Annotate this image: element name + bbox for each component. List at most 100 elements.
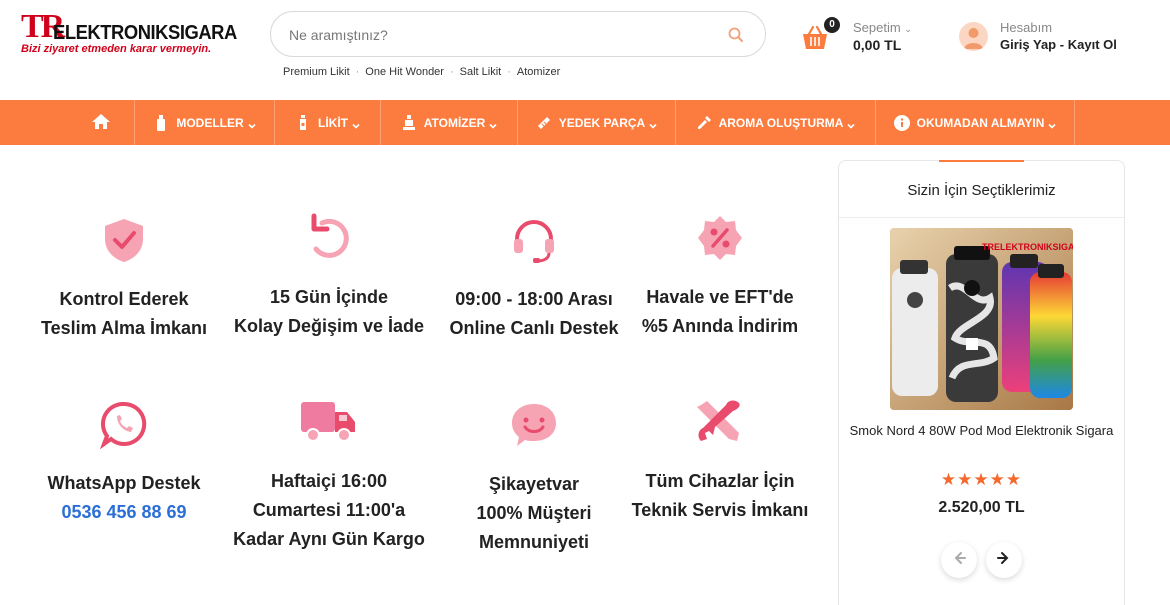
site-header: TR ELEKTRONIKSIGARA Bizi ziyaret etmeden… — [0, 0, 1170, 100]
product-name[interactable]: Smok Nord 4 80W Pod Mod Elektronik Sigar… — [849, 420, 1114, 441]
nav-modeller[interactable]: MODELLER — [134, 100, 274, 145]
logo-name: ELEKTRONIKSIGARA — [53, 22, 237, 44]
carousel-next-button[interactable] — [986, 542, 1022, 578]
quick-link-premium-likit[interactable]: Premium Likit — [283, 66, 350, 78]
feature-item: 15 Gün İçinde Kolay Değişim ve İade — [229, 213, 429, 341]
feature-text: 100% Müşteri — [476, 503, 592, 523]
feature-grid: Kontrol Ederek Teslim Alma İmkanı 15 Gün … — [0, 145, 830, 605]
chevron-down-icon — [489, 119, 497, 129]
chevron-down-icon — [847, 119, 856, 129]
product-image-watermark: TRELEKTRONIKSIGARA — [982, 242, 1073, 252]
carousel-prev-button[interactable] — [941, 542, 977, 578]
chevron-down-icon — [649, 119, 657, 129]
search-icon[interactable] — [725, 24, 747, 46]
info-icon — [893, 114, 910, 131]
cart-label: Sepetim ⌄ — [853, 20, 912, 35]
nav-yedek-parca[interactable]: YEDEK PARÇA — [517, 100, 675, 145]
shield-check-icon — [99, 215, 149, 265]
nav-yedek-parca-label: YEDEK PARÇA — [558, 115, 646, 130]
whatsapp-phone-link[interactable]: 0536 456 88 69 — [24, 498, 224, 527]
tools-icon — [695, 397, 745, 447]
quick-links: Premium Likit · One Hit Wonder · Salt Likit ·… — [283, 66, 560, 78]
account-links: Giriş Yap - Kayıt Ol — [1000, 37, 1117, 52]
register-link[interactable]: Kayıt Ol — [1068, 37, 1117, 52]
recommended-panel: Sizin İçin Seçtiklerimiz TRELEKTRONIKSIG… — [838, 160, 1125, 605]
chevron-down-icon — [1048, 119, 1056, 129]
return-icon — [304, 213, 354, 263]
cart-count-badge: 0 — [824, 17, 840, 33]
quick-link-separator: · — [449, 66, 454, 78]
panel-title: Sizin İçin Seçtiklerimiz — [907, 182, 1056, 199]
feature-item: Şikayetvar 100% Müşteri Memnuniyeti — [434, 400, 634, 557]
main-nav: MODELLER LİKİT ATOMİZER YEDEK PARÇA AROM… — [0, 100, 1170, 145]
nav-atomizer[interactable]: ATOMİZER — [380, 100, 517, 145]
quick-link-separator: · — [355, 66, 360, 78]
feature-item: Havale ve EFT'de %5 Anında İndirim — [620, 213, 820, 341]
feature-text: Kolay Değişim ve İade — [233, 316, 425, 336]
feature-text: Kadar Aynı Gün Kargo — [233, 529, 425, 549]
product-image[interactable]: TRELEKTRONIKSIGARA — [890, 228, 1073, 410]
nav-likit[interactable]: LİKİT — [274, 100, 380, 145]
nav-atomizer-label: ATOMİZER — [423, 115, 486, 130]
panel-divider — [839, 217, 1124, 218]
truck-icon — [299, 397, 359, 447]
cart-button[interactable]: 0 Sepetim ⌄ 0,00 TL — [800, 16, 930, 60]
feature-text: WhatsApp Destek — [47, 473, 201, 493]
feature-text: Teslim Alma İmkanı — [40, 318, 208, 338]
whatsapp-icon — [99, 399, 149, 450]
account-link-separator: - — [1059, 37, 1065, 52]
cart-label-text: Sepetim — [853, 20, 901, 35]
login-link[interactable]: Giriş Yap — [1000, 37, 1056, 52]
bottle-icon — [295, 114, 311, 131]
rating-stars: ★★★★★ — [940, 470, 1023, 489]
smile-chat-icon — [509, 400, 559, 450]
nav-aroma-olusturma[interactable]: AROMA OLUŞTURMA — [675, 100, 875, 145]
quick-link-atomizer[interactable]: Atomizer — [517, 66, 560, 78]
panel-accent-bar — [939, 160, 1024, 162]
feature-text: Teknik Servis İmkanı — [631, 500, 809, 520]
part-icon — [536, 115, 552, 131]
cart-total: 0,00 TL — [853, 37, 902, 53]
nav-aroma-olusturma-label: AROMA OLUŞTURMA — [718, 115, 844, 130]
headset-icon — [509, 215, 559, 265]
feature-text: Haftaiçi 16:00 — [270, 471, 388, 491]
feature-text: Havale ve EFT'de — [646, 287, 794, 307]
feature-item: Kontrol Ederek Teslim Alma İmkanı — [24, 215, 224, 343]
discount-icon — [695, 213, 745, 263]
feature-text: %5 Anında İndirim — [641, 316, 799, 336]
feature-text: Memnuniyeti — [478, 532, 589, 552]
feature-text: Cumartesi 11:00'a — [252, 500, 406, 520]
feature-item: 09:00 - 18:00 Arası Online Canlı Destek — [434, 215, 634, 343]
nav-modeller-label: MODELLER — [176, 115, 244, 130]
chevron-down-icon — [352, 119, 360, 129]
pipette-icon — [696, 115, 712, 131]
chevron-down-icon — [248, 119, 256, 129]
account-label: Hesabım — [1000, 20, 1053, 35]
arrow-right-icon — [997, 551, 1011, 570]
quick-link-one-hit-wonder[interactable]: One Hit Wonder — [365, 66, 444, 78]
feature-item: Haftaiçi 16:00 Cumartesi 11:00'a Kadar Ayn… — [229, 397, 429, 554]
feature-text: 15 Gün İçinde — [269, 287, 389, 307]
search-input[interactable] — [289, 24, 709, 46]
feature-item: WhatsApp Destek 0536 456 88 69 — [24, 399, 224, 527]
feature-text: Kontrol Ederek — [59, 289, 189, 309]
product-price: 2.520,00 TL — [938, 499, 1025, 516]
nav-home[interactable] — [68, 100, 134, 145]
feature-text: Şikayetvar — [488, 474, 580, 494]
site-logo[interactable]: TR ELEKTRONIKSIGARA Bizi ziyaret etmeden… — [21, 10, 246, 58]
feature-text: Tüm Cihazlar İçin — [645, 471, 795, 491]
quick-link-separator: · — [507, 66, 511, 78]
arrow-left-icon — [952, 551, 966, 570]
nav-okumadan-almayin-label: OKUMADAN ALMAYIN — [916, 115, 1045, 130]
device-icon — [153, 114, 169, 131]
chevron-down-icon: ⌄ — [904, 24, 912, 34]
user-avatar-icon — [959, 22, 988, 51]
feature-item: Tüm Cihazlar İçin Teknik Servis İmkanı — [620, 397, 820, 525]
home-icon — [91, 112, 111, 133]
nav-okumadan-almayin[interactable]: OKUMADAN ALMAYIN — [875, 100, 1075, 145]
search-bar — [270, 11, 766, 57]
atomizer-icon — [401, 114, 417, 131]
nav-likit-label: LİKİT — [318, 115, 348, 130]
quick-link-salt-likit[interactable]: Salt Likit — [460, 66, 502, 78]
logo-tagline: Bizi ziyaret etmeden karar vermeyin. — [21, 43, 212, 55]
